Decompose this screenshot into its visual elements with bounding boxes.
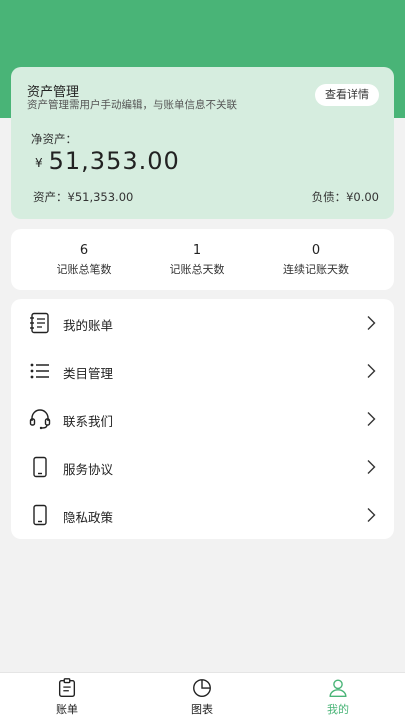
phone-icon <box>33 504 47 526</box>
stats-card: 6 记账总笔数 1 记账总天数 0 连续记账天数 <box>11 229 394 290</box>
tab-mine[interactable]: 我的 <box>308 677 368 717</box>
chevron-right-icon <box>367 508 376 522</box>
net-assets-label: 净资产： <box>31 132 77 146</box>
net-assets-value: ¥51,353.00 <box>35 147 180 175</box>
view-details-button[interactable]: 查看详情 <box>315 84 379 106</box>
assets-total: 资产：¥51,353.00 <box>33 190 134 204</box>
menu-label: 联系我们 <box>63 414 114 429</box>
stat-label: 连续记账天数 <box>283 263 349 276</box>
menu-item-privacy-policy[interactable]: 隐私政策 <box>11 491 394 539</box>
headset-icon <box>29 409 51 430</box>
stat-total-days: 1 记账总天数 <box>142 243 252 277</box>
asset-card: 资产管理 资产管理需用户手动编辑，与账单信息不关联 查看详情 净资产： ¥51,… <box>11 67 394 219</box>
menu-label: 我的账单 <box>63 318 114 333</box>
chevron-right-icon <box>367 364 376 378</box>
stat-streak-days: 0 连续记账天数 <box>261 243 371 277</box>
tab-label: 图表 <box>191 703 213 716</box>
chevron-right-icon <box>367 316 376 330</box>
menu-item-category-management[interactable]: 类目管理 <box>11 347 394 395</box>
menu-item-my-bills[interactable]: 我的账单 <box>11 299 394 347</box>
phone-icon <box>33 456 47 478</box>
pie-chart-icon <box>193 679 211 697</box>
asset-description: 资产管理需用户手动编辑，与账单信息不关联 <box>27 99 237 111</box>
menu-label: 服务协议 <box>63 462 114 477</box>
debt-total: 负债：¥0.00 <box>311 190 379 204</box>
user-icon <box>329 679 347 697</box>
menu-label: 类目管理 <box>63 366 114 381</box>
menu-item-contact-us[interactable]: 联系我们 <box>11 395 394 443</box>
stat-total-entries: 6 记账总笔数 <box>29 243 139 277</box>
net-assets-amount: 51,353.00 <box>48 147 180 175</box>
menu-card: 我的账单 类目管理 联系我们 服务协议 隐私政策 <box>11 299 394 539</box>
list-icon <box>30 363 49 379</box>
stat-label: 记账总笔数 <box>56 263 112 276</box>
tab-label: 我的 <box>327 703 349 716</box>
tab-bills[interactable]: 账单 <box>37 677 97 717</box>
chevron-right-icon <box>367 460 376 474</box>
currency-symbol: ¥ <box>35 156 43 170</box>
menu-item-service-agreement[interactable]: 服务协议 <box>11 443 394 491</box>
chevron-right-icon <box>367 412 376 426</box>
stat-label: 记账总天数 <box>169 263 225 276</box>
stat-value: 6 <box>79 243 89 258</box>
tab-label: 账单 <box>56 703 78 716</box>
stat-value: 1 <box>192 243 202 258</box>
menu-label: 隐私政策 <box>63 510 114 525</box>
bill-list-icon <box>30 312 49 334</box>
clipboard-icon <box>58 678 76 697</box>
stat-value: 0 <box>311 243 321 258</box>
tab-charts[interactable]: 图表 <box>172 677 232 717</box>
bottom-tab-bar: 账单 图表 我的 <box>0 672 405 720</box>
